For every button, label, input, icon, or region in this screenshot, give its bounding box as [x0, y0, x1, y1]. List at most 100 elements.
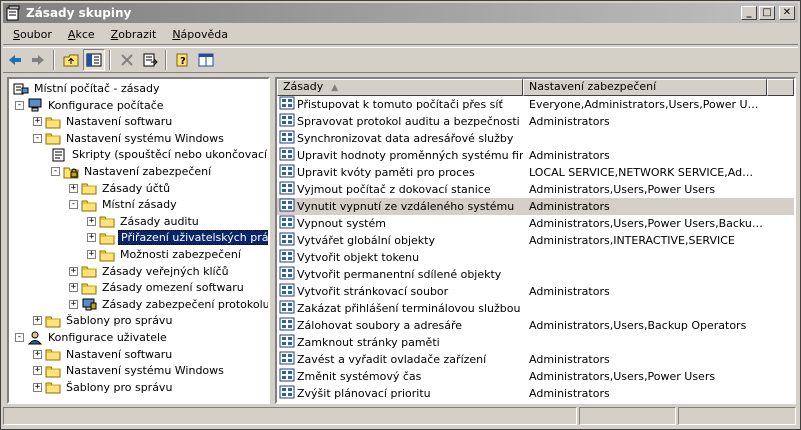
security-setting-cell: Administrators — [529, 353, 610, 366]
title-bar[interactable]: Zásady skupiny _ □ ✕ — [3, 3, 798, 23]
policy-name: Zakázat přihlášení terminálovou službou — [297, 302, 521, 315]
tree-node[interactable]: + Nastavení softwaru — [33, 113, 174, 130]
expand-plus-icon[interactable]: + — [87, 233, 96, 243]
minimize-button[interactable]: _ — [741, 6, 757, 20]
computer-icon — [27, 98, 43, 112]
details-list[interactable]: Zásady ▲ Nastavení zabezpečení Přistupova… — [275, 77, 796, 404]
policy-row[interactable]: Zálohovat soubory a adresáře Administrato… — [277, 317, 794, 334]
security-setting-cell: Administrators,Users,Power Users,Backup … — [529, 217, 763, 230]
policy-row[interactable]: Zakázat přihlášení terminálovou službou — [277, 300, 794, 317]
folder-icon — [81, 264, 97, 278]
collapse-minus-icon[interactable]: - — [51, 167, 60, 176]
show-hide-console-tree-button[interactable] — [83, 49, 105, 71]
policy-row[interactable]: Upravit hodnoty proměnných systému firmw… — [277, 147, 794, 164]
policy-row[interactable]: Změnit systémový čas Administrators,Users… — [277, 368, 794, 385]
computer-policy-icon — [13, 82, 29, 96]
expand-plus-icon[interactable]: + — [69, 183, 78, 193]
collapse-minus-icon[interactable]: - — [15, 333, 24, 342]
policy-row[interactable]: Vytvořit objekt tokenu — [277, 249, 794, 266]
tree-node[interactable]: - Nastavení zabezpečení — [51, 163, 213, 180]
expand-plus-icon[interactable]: + — [33, 117, 42, 127]
properties-button[interactable] — [195, 49, 217, 71]
menu-help[interactable]: Nápověda — [166, 28, 234, 41]
tree-node[interactable]: + Přiřazení uživatelských práv — [87, 229, 268, 246]
policy-row[interactable]: Vypnout systém Administrators,Users,Power… — [277, 215, 794, 232]
expand-plus-icon[interactable]: + — [33, 366, 42, 376]
expand-plus-icon[interactable]: + — [87, 250, 96, 259]
policy-name: Vytvořit stránkovací soubor — [297, 285, 449, 298]
tree-node[interactable]: - Konfigurace uživatele — [15, 329, 169, 346]
tree-node-label: Nastavení softwaru — [66, 115, 173, 129]
policy-row[interactable]: Vytvářet globální objekty Administrators,… — [277, 232, 794, 249]
app-window: Zásady skupiny _ □ ✕ Soubor Akce Zobrazi… — [0, 0, 801, 430]
tree-node[interactable]: + Šablony pro správu — [33, 312, 174, 329]
policy-row[interactable]: Vytvořit permanentní sdílené objekty — [277, 266, 794, 283]
collapse-minus-icon[interactable]: - — [15, 100, 24, 110]
tree-node[interactable]: Místní počítač - zásady — [13, 80, 161, 97]
expand-plus-icon[interactable]: + — [33, 349, 42, 359]
tree-node[interactable]: Skripty (spouštěcí nebo ukončovací) — [51, 146, 268, 163]
tree-node-label: Možnosti zabezpečení — [120, 248, 241, 261]
tree-node[interactable]: - Konfigurace počítače — [15, 97, 166, 114]
expand-plus-icon[interactable]: + — [69, 266, 78, 276]
expand-plus-icon[interactable]: + — [69, 299, 78, 309]
tree-node[interactable]: + Zásady omezení softwaru — [69, 279, 246, 296]
tree-node[interactable]: + Zásady zabezpečení protokolu IP — [69, 296, 268, 313]
tree-node[interactable]: + Zásady veřejných klíčů — [69, 263, 231, 280]
expand-plus-icon[interactable]: + — [69, 283, 78, 293]
tree-node-label: Nastavení systému Windows — [66, 131, 224, 145]
policy-name-cell: Zakázat přihlášení terminálovou službou — [277, 300, 523, 317]
console-tree[interactable]: Místní počítač - zásady - Konfigurace počí… — [7, 77, 270, 404]
policy-row[interactable]: Synchronizovat data adresářové služby — [277, 130, 794, 147]
toolbar: ? — [3, 47, 798, 73]
policy-row[interactable]: Zvýšit plánovací prioritu Administrators — [277, 385, 794, 402]
help-button[interactable]: ? — [172, 49, 194, 71]
column-header-policy[interactable]: Zásady ▲ — [277, 79, 523, 96]
tree-node[interactable]: + Šablony pro správu — [33, 379, 174, 396]
column-header-setting[interactable]: Nastavení zabezpečení — [523, 79, 767, 96]
arrow-right-icon — [32, 55, 44, 65]
forward-button[interactable] — [27, 49, 49, 71]
tree-node-label: Místní počítač - zásady — [34, 82, 160, 95]
menu-action[interactable]: Akce — [62, 28, 101, 41]
policy-name: Vytvářet globální objekty — [297, 234, 435, 247]
back-button[interactable] — [4, 49, 26, 71]
policy-row[interactable]: Zamknout stránky paměti — [277, 334, 794, 351]
maximize-button[interactable]: □ — [759, 6, 775, 20]
expand-plus-icon[interactable]: + — [33, 382, 42, 392]
folder-icon — [99, 231, 115, 245]
policy-row[interactable]: Zavést a vyřadit ovladače zařízení Admini… — [277, 351, 794, 368]
policy-name-cell: Vytvořit stránkovací soubor — [277, 283, 523, 300]
security-icon — [63, 165, 79, 179]
tree-node[interactable]: + Nastavení softwaru — [33, 346, 174, 363]
collapse-minus-icon[interactable]: - — [69, 200, 78, 210]
close-button[interactable]: ✕ — [779, 6, 795, 20]
expand-plus-icon[interactable]: + — [87, 216, 96, 226]
policy-name: Vytvořit permanentní sdílené objekty — [297, 268, 502, 281]
export-list-button[interactable] — [139, 49, 161, 71]
policy-row[interactable]: Vynutit vypnutí ze vzdáleného systému Adm… — [277, 198, 794, 215]
policy-row[interactable]: Vytvořit stránkovací soubor Administrator… — [277, 283, 794, 300]
script-icon — [51, 148, 67, 162]
policy-row[interactable]: Přistupovat k tomuto počítači přes síť Ev… — [277, 96, 794, 113]
policy-row[interactable]: Spravovat protokol auditu a bezpečnosti A… — [277, 113, 794, 130]
tree-node[interactable]: - Místní zásady — [69, 196, 179, 213]
tree-node-label: Místní zásady — [102, 198, 177, 212]
collapse-minus-icon[interactable]: - — [33, 133, 42, 143]
delete-button[interactable] — [116, 49, 138, 71]
tree-node[interactable]: + Zásady auditu — [87, 213, 201, 230]
policy-row[interactable]: Upravit kvóty paměti pro proces LOCAL SER… — [277, 164, 794, 181]
toolbar-separator — [109, 50, 111, 70]
tree-node[interactable]: + Možnosti zabezpečení — [87, 246, 243, 263]
menu-file[interactable]: Soubor — [7, 28, 58, 41]
policy-name: Vynutit vypnutí ze vzdáleného systému — [297, 200, 515, 213]
tree-node[interactable]: + Zásady účtů — [69, 180, 172, 197]
toolbar-separator — [165, 50, 167, 70]
tree-node[interactable]: + Nastavení systému Windows — [33, 362, 226, 379]
up-one-level-button[interactable] — [60, 49, 82, 71]
policy-name-cell: Zvýšit plánovací prioritu — [277, 385, 523, 402]
policy-row[interactable]: Vyjmout počítač z dokovací stanice Admini… — [277, 181, 794, 198]
expand-plus-icon[interactable]: + — [33, 316, 42, 326]
menu-view[interactable]: Zobrazit — [105, 28, 163, 41]
tree-node[interactable]: - Nastavení systému Windows — [33, 130, 226, 147]
